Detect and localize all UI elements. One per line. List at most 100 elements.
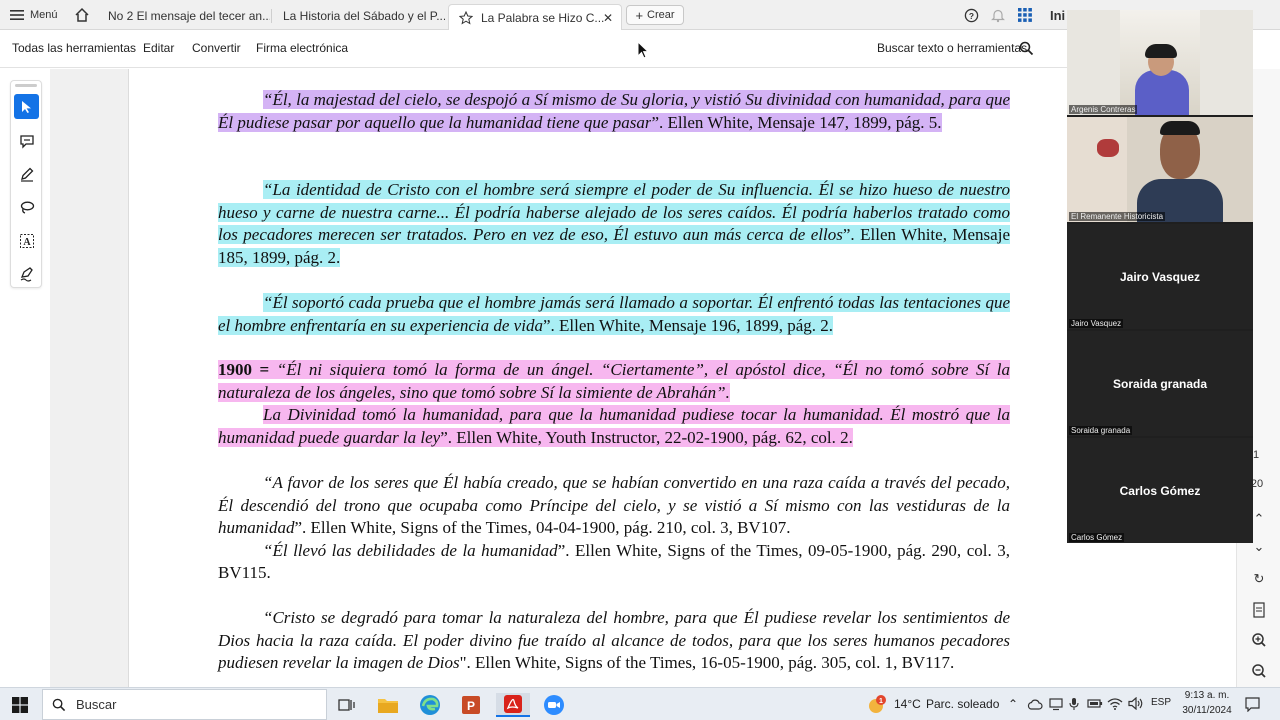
sign-tool-button[interactable]: [14, 261, 39, 286]
home-icon: [75, 7, 89, 22]
battery-icon[interactable]: [1087, 698, 1103, 709]
page-thumbnail-icon[interactable]: [1249, 600, 1269, 620]
zoom-in-icon[interactable]: [1249, 630, 1269, 650]
rotate-icon[interactable]: ↻: [1249, 569, 1269, 589]
weather-widget-icon[interactable]: 1: [866, 694, 888, 716]
start-button[interactable]: [8, 693, 32, 717]
wifi-icon[interactable]: [1107, 697, 1123, 710]
quote-reference: ”. Ellen White, Youth Instructor, 22-02-…: [440, 427, 853, 447]
notification-center-icon[interactable]: [1245, 697, 1260, 712]
acrobat-button[interactable]: [496, 693, 530, 717]
weather-sun-icon: 1: [869, 695, 886, 713]
acrobat-toolbar: Todas las herramientas Editar Convertir …: [0, 30, 1068, 68]
video-background: [1067, 117, 1127, 222]
volume-icon[interactable]: [1128, 697, 1143, 710]
esign-menu[interactable]: Firma electrónica: [256, 41, 348, 55]
task-view-button[interactable]: [335, 693, 359, 717]
clock-time[interactable]: 9:13 a. m.: [1180, 690, 1234, 701]
powerpoint-button[interactable]: P: [459, 693, 483, 717]
participant-display-name: Soraida granada: [1112, 376, 1208, 391]
svg-text:P: P: [467, 699, 475, 713]
paragraph-quote-5: “A favor de los seres que Él había cread…: [218, 472, 1010, 585]
quote-reference: ". Ellen White, Signs of the Times, 16-0…: [459, 653, 955, 672]
text-tool-button[interactable]: A: [14, 228, 39, 253]
edit-menu[interactable]: Editar: [143, 41, 174, 55]
svg-text:?: ?: [969, 10, 974, 20]
tab-document-1[interactable]: No 2 El mensaje del tecer an...: [98, 4, 270, 28]
all-tools-menu[interactable]: Todas las herramientas: [12, 41, 136, 55]
powerpoint-icon: P: [462, 696, 480, 714]
lasso-icon: [20, 201, 34, 214]
search-tools-field[interactable]: Buscar texto o herramientas: [877, 41, 1027, 55]
zoom-out-icon[interactable]: [1249, 661, 1269, 681]
video-call-participants-panel: Argenis Contreras El Remanente Historici…: [1067, 10, 1253, 543]
edge-icon: [420, 695, 440, 715]
participant-tile-no-video[interactable]: Carlos Gómez Carlos Gómez: [1067, 438, 1253, 543]
folder-icon: [378, 699, 398, 713]
cloud-icon[interactable]: [1027, 698, 1043, 710]
file-explorer-button[interactable]: [376, 693, 400, 717]
document-viewport[interactable]: “Él, la majestad del cielo, se despojó a…: [50, 69, 1098, 687]
help-button[interactable]: ?: [964, 0, 979, 30]
menu-button[interactable]: Menú: [10, 0, 58, 30]
paragraph-quote-6: “Cristo se degradó para tomar la natural…: [218, 607, 1010, 675]
display-icon[interactable]: [1049, 697, 1063, 711]
draw-tool-button[interactable]: [14, 194, 39, 219]
home-button[interactable]: [74, 0, 90, 30]
tab-document-2[interactable]: La Historia del Sábado y el P...: [273, 4, 445, 28]
quote-reference: ”. Ellen White, Mensaje 147, 1899, pág. …: [651, 112, 942, 132]
participant-name: Jairo Vasquez: [1069, 319, 1124, 328]
apps-button[interactable]: [1018, 0, 1032, 30]
language-indicator[interactable]: ESP: [1151, 697, 1171, 708]
tab-document-active[interactable]: La Palabra se Hizo C... ✕: [448, 4, 622, 30]
close-tab-icon[interactable]: ✕: [603, 11, 613, 25]
chevron-up-icon[interactable]: ⌃: [1008, 697, 1018, 711]
paragraph-quote-1: “Él, la majestad del cielo, se despojó a…: [218, 89, 1010, 134]
participant-tile-no-video[interactable]: Soraida granada Soraida granada: [1067, 331, 1253, 436]
participant-tile-video[interactable]: Argenis Contreras: [1067, 10, 1253, 115]
person-silhouette: [1135, 70, 1189, 115]
year-label: 1900 =: [218, 360, 270, 379]
convert-menu[interactable]: Convertir: [192, 41, 241, 55]
tab-label: No 2 El mensaje del tecer an...: [108, 9, 270, 23]
paragraph-quote-2: “La identidad de Cristo con el hombre se…: [218, 179, 1010, 269]
zoom-app-button[interactable]: [542, 693, 566, 717]
zoom-icon: [544, 695, 564, 715]
notifications-button[interactable]: [991, 0, 1005, 30]
comment-tool-button[interactable]: [14, 128, 39, 153]
participant-name: El Remanente Historicista: [1069, 212, 1166, 221]
weather-temperature[interactable]: 14°C: [894, 697, 921, 711]
participant-display-name: Carlos Gómez: [1119, 483, 1201, 498]
select-tool-button[interactable]: [14, 94, 39, 119]
sign-in-link[interactable]: Ini: [1050, 0, 1065, 30]
participant-tile-video[interactable]: El Remanente Historicista: [1067, 117, 1253, 222]
participant-tile-no-video[interactable]: Jairo Vasquez Jairo Vasquez: [1067, 224, 1253, 329]
tab-label: La Palabra se Hizo C...: [481, 10, 605, 25]
windows-taskbar: Buscar P 1 14°C Parc. soleado ⌃ ESP 9:13…: [0, 687, 1280, 720]
plus-icon: +: [635, 7, 644, 23]
taskbar-search-placeholder: Buscar: [76, 697, 117, 712]
search-icon[interactable]: [1019, 41, 1034, 56]
quote-text: “Él ni siquiera tomó la forma de un ánge…: [218, 360, 1011, 402]
comment-icon: [19, 134, 34, 149]
star-icon: [459, 10, 473, 25]
weather-condition[interactable]: Parc. soleado: [926, 697, 999, 711]
paragraph-quote-3: “Él soportó cada prueba que el hombre ja…: [218, 292, 1010, 337]
taskbar-search-box[interactable]: Buscar: [42, 689, 327, 720]
clock-date[interactable]: 30/11/2024: [1178, 705, 1236, 716]
participant-display-name: Jairo Vasquez: [1119, 269, 1201, 284]
participant-name: Soraida granada: [1069, 426, 1133, 435]
mouse-pointer-icon: [637, 41, 649, 59]
task-view-icon: [338, 699, 355, 711]
participant-name: Argenis Contreras: [1069, 105, 1138, 114]
microphone-icon[interactable]: [1069, 697, 1079, 711]
pdf-page: “Él, la majestad del cielo, se despojó a…: [128, 69, 1098, 687]
edge-browser-button[interactable]: [418, 693, 442, 717]
windows-logo-icon: [12, 697, 28, 713]
new-tab-button[interactable]: + Crear: [626, 5, 684, 25]
new-tab-label: Crear: [647, 9, 675, 21]
help-icon: ?: [964, 8, 979, 22]
highlight-tool-button[interactable]: [14, 161, 39, 186]
person-hair: [1160, 121, 1200, 135]
apps-grid-icon: [1018, 8, 1032, 22]
